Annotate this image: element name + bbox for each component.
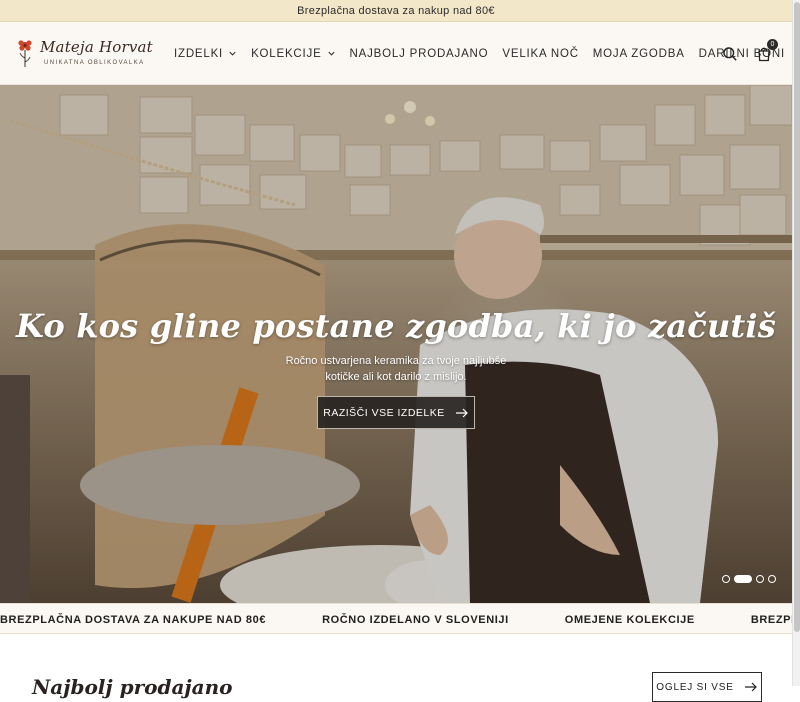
search-button[interactable] (722, 46, 738, 62)
slide-dot[interactable] (768, 575, 776, 583)
view-all-button[interactable]: OGLEJ SI VSE (652, 672, 762, 702)
nav-item-label: NAJBOLJ PRODAJANO (349, 47, 489, 60)
slide-dot-active[interactable] (734, 575, 752, 583)
cart-count-badge: 0 (767, 38, 778, 50)
search-icon (723, 46, 737, 61)
scrollbar-thumb[interactable] (794, 2, 800, 632)
nav-item-label: KOLEKCIJE (251, 47, 322, 60)
hero-banner: Ko kos gline postane zgodba, ki jo začut… (0, 85, 792, 603)
nav-item-velika-noc[interactable]: VELIKA NOČ (502, 48, 578, 60)
benefits-marquee: BREZPLAČNA DOSTAVA ZA NAKUPE NAD 80€ ROČ… (0, 603, 792, 634)
arrow-right-icon (455, 408, 468, 417)
hero-subtitle: Ročno ustvarjena keramika za tvoje najlj… (285, 355, 507, 383)
brand-tagline: UNIKATNA OBLIKOVALKA (44, 60, 145, 66)
bestsellers-title: Najbolj prodajano (32, 675, 233, 699)
nav-item-label: IZDELKI (174, 47, 224, 60)
header-actions: 0 (722, 22, 778, 85)
hero-title: Ko kos gline postane zgodba, ki jo začut… (16, 307, 776, 345)
slider-dots (722, 575, 776, 583)
nav-item-izdelki[interactable]: IZDELKI (174, 48, 237, 60)
announcement-text: Brezplačna dostava za nakup nad 80€ (297, 4, 495, 17)
cta-label: RAZIŠČI VSE IZDELKE (323, 406, 445, 419)
view-all-label: OGLEJ SI VSE (656, 681, 734, 693)
site-header: Mateja Horvat UNIKATNA OBLIKOVALKA IZDEL… (0, 22, 792, 85)
chevron-down-icon (229, 51, 236, 56)
page-scrollbar[interactable] (792, 0, 800, 686)
chevron-down-icon (327, 51, 335, 56)
nav-item-kolekcije[interactable]: KOLEKCIJE (251, 48, 335, 60)
marquee-item: OMEJENE KOLEKCIJE (564, 613, 695, 626)
slide-dot[interactable] (756, 575, 764, 583)
arrow-right-icon (744, 682, 757, 692)
marquee-track: BREZPLAČNA DOSTAVA ZA NAKUPE NAD 80€ ROČ… (0, 604, 792, 633)
marquee-item: BREZPLAČNA DOSTAVA ZA NAKUPE NAD 80€ (750, 613, 792, 626)
main-nav: IZDELKI KOLEKCIJE NAJBOLJ PRODAJANO VELI… (174, 22, 799, 85)
nav-item-najbolj-prodajano[interactable]: NAJBOLJ PRODAJANO (350, 48, 489, 60)
brand-name: Mateja Horvat (40, 38, 153, 56)
marquee-item: ROČNO IZDELANO V SLOVENIJI (322, 613, 509, 626)
nav-item-moja-zgodba[interactable]: MOJA ZGODBA (593, 48, 685, 60)
marquee-item: BREZPLAČNA DOSTAVA ZA NAKUPE NAD 80€ (0, 613, 267, 626)
nav-item-label: VELIKA NOČ (502, 47, 579, 60)
brand-logo[interactable]: Mateja Horvat UNIKATNA OBLIKOVALKA (16, 36, 153, 72)
flower-logo-icon (18, 40, 32, 67)
announcement-bar: Brezplačna dostava za nakup nad 80€ (0, 0, 792, 22)
slide-dot[interactable] (722, 575, 730, 583)
nav-item-label: MOJA ZGODBA (592, 47, 685, 60)
explore-products-button[interactable]: RAZIŠČI VSE IZDELKE (317, 396, 475, 429)
cart-button[interactable]: 0 (756, 38, 778, 62)
